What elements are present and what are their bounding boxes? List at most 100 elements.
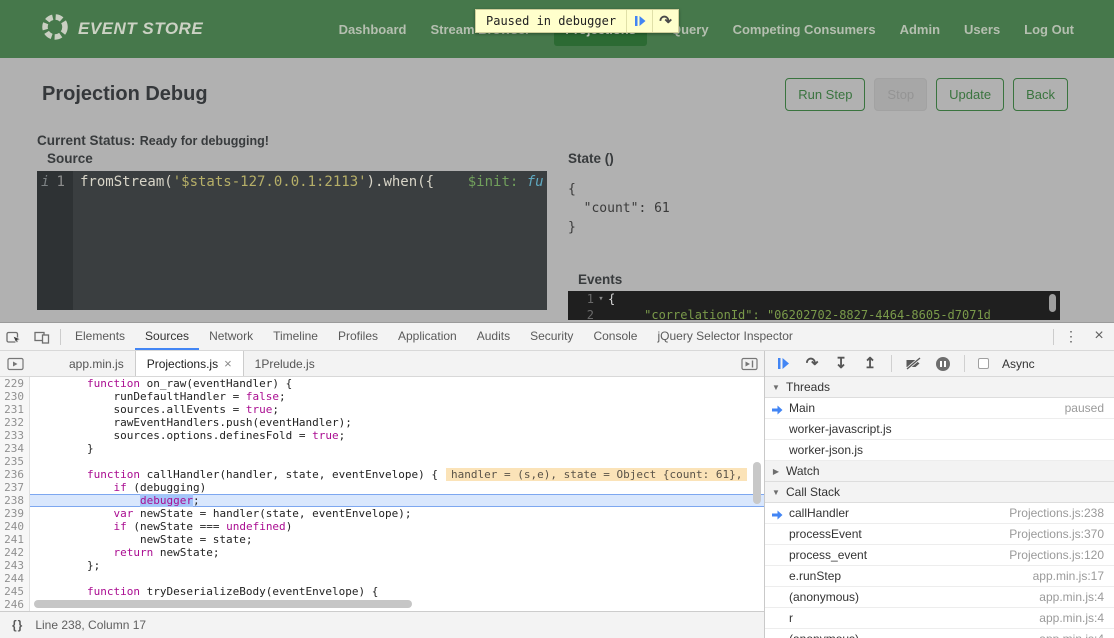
- watch-section-header[interactable]: ▶ Watch: [765, 461, 1114, 482]
- events-scrollbar-thumb[interactable]: [1049, 294, 1056, 312]
- stack-frame-process-event[interactable]: process_eventProjections.js:120: [765, 545, 1114, 566]
- nav-item-log-out[interactable]: Log Out: [1024, 22, 1074, 37]
- file-tab-projections-js[interactable]: Projections.js×: [135, 351, 244, 376]
- info-icon: i: [41, 174, 49, 307]
- devtools-menu-icon[interactable]: ⋮: [1058, 323, 1084, 350]
- banner-resume-button[interactable]: [626, 10, 652, 32]
- update-button[interactable]: Update: [936, 78, 1004, 111]
- line-number-gutter[interactable]: 232: [0, 416, 30, 429]
- pause-on-exceptions-button[interactable]: [935, 357, 951, 371]
- banner-step-over-button[interactable]: ↷: [652, 10, 678, 32]
- devtools-tab-elements[interactable]: Elements: [65, 323, 135, 350]
- fold-arrow-icon[interactable]: ▾: [594, 291, 608, 307]
- line-number-gutter[interactable]: 235: [0, 455, 30, 468]
- deactivate-breakpoints-icon: [905, 357, 922, 370]
- line-number-gutter[interactable]: 229: [0, 377, 30, 390]
- thread-worker-javascript-js[interactable]: worker-javascript.js: [765, 419, 1114, 440]
- stack-frame-anonymous[interactable]: (anonymous)app.min.js:4: [765, 587, 1114, 608]
- vertical-scrollbar-thumb[interactable]: [753, 462, 761, 504]
- code-text[interactable]: if (debugging): [30, 481, 764, 494]
- devtools-tab-application[interactable]: Application: [388, 323, 467, 350]
- line-number-gutter[interactable]: 233: [0, 429, 30, 442]
- devtools-tab-sources[interactable]: Sources: [135, 323, 199, 350]
- line-number-gutter[interactable]: 240: [0, 520, 30, 533]
- events-code-text[interactable]: "correlationId": "06202702-8827-4464-860…: [608, 307, 991, 320]
- show-navigator-icon[interactable]: [0, 351, 30, 376]
- devtools-tab-timeline[interactable]: Timeline: [263, 323, 328, 350]
- line-number-gutter[interactable]: 231: [0, 403, 30, 416]
- devtools-tab-security[interactable]: Security: [520, 323, 583, 350]
- stack-frame-processevent[interactable]: processEventProjections.js:370: [765, 524, 1114, 545]
- file-tab-1prelude-js[interactable]: 1Prelude.js: [244, 351, 326, 376]
- code-text[interactable]: sources.allEvents = true;: [30, 403, 764, 416]
- events-code-text[interactable]: {: [608, 291, 615, 307]
- file-tab-app-min-js[interactable]: app.min.js: [58, 351, 135, 376]
- thread-main[interactable]: Mainpaused: [765, 398, 1114, 419]
- device-toolbar-icon[interactable]: [28, 323, 56, 350]
- code-text[interactable]: if (newState === undefined): [30, 520, 764, 533]
- code-text[interactable]: rawEventHandlers.push(eventHandler);: [30, 416, 764, 429]
- code-text[interactable]: runDefaultHandler = false;: [30, 390, 764, 403]
- code-text[interactable]: };: [30, 559, 764, 572]
- devtools-tab-console[interactable]: Console: [583, 323, 647, 350]
- line-number-gutter[interactable]: 246: [0, 598, 30, 611]
- code-text[interactable]: function tryDeserializeBody(eventEnvelop…: [30, 585, 764, 598]
- nav-item-dashboard[interactable]: Dashboard: [339, 22, 407, 37]
- run-step-button[interactable]: Run Step: [785, 78, 865, 111]
- line-number-gutter[interactable]: 241: [0, 533, 30, 546]
- line-number-gutter[interactable]: 230: [0, 390, 30, 403]
- events-editor[interactable]: 1▾{2 "correlationId": "06202702-8827-446…: [568, 291, 1060, 320]
- threads-section-header[interactable]: ▼ Threads: [765, 377, 1114, 398]
- code-text[interactable]: function on_raw(eventHandler) {: [30, 377, 764, 390]
- show-debugger-sidebar-icon[interactable]: [734, 351, 764, 376]
- pretty-print-icon[interactable]: {}: [12, 618, 23, 632]
- stack-frame-anonymous[interactable]: (anonymous)app.min.js:4: [765, 629, 1114, 638]
- code-text[interactable]: [30, 572, 764, 585]
- step-out-button[interactable]: ↥: [862, 356, 878, 371]
- code-text[interactable]: sources.options.definesFold = true;: [30, 429, 764, 442]
- code-line-236: 236 function callHandler(handler, state,…: [0, 468, 764, 481]
- stack-frame-callhandler[interactable]: callHandlerProjections.js:238: [765, 503, 1114, 524]
- line-number-gutter[interactable]: 245: [0, 585, 30, 598]
- nav-item-users[interactable]: Users: [964, 22, 1000, 37]
- code-text[interactable]: return newState;: [30, 546, 764, 559]
- async-checkbox[interactable]: [978, 358, 989, 369]
- step-into-button[interactable]: ↧: [833, 356, 849, 371]
- stack-frame-e-runstep[interactable]: e.runStepapp.min.js:17: [765, 566, 1114, 587]
- horizontal-scrollbar-thumb[interactable]: [34, 600, 412, 608]
- code-text[interactable]: [30, 455, 764, 468]
- stack-frame-r[interactable]: rapp.min.js:4: [765, 608, 1114, 629]
- thread-worker-json-js[interactable]: worker-json.js: [765, 440, 1114, 461]
- code-text[interactable]: [30, 598, 764, 611]
- code-text[interactable]: var newState = handler(state, eventEnvel…: [30, 507, 764, 520]
- call-stack-section-header[interactable]: ▼ Call Stack: [765, 482, 1114, 503]
- step-over-button[interactable]: ↷: [804, 356, 820, 371]
- deactivate-breakpoints-button[interactable]: [905, 357, 922, 370]
- line-number-gutter[interactable]: 237: [0, 481, 30, 494]
- devtools-tab-audits[interactable]: Audits: [467, 323, 520, 350]
- source-code-line[interactable]: fromStream('$stats-127.0.0.1:2113').when…: [73, 171, 544, 310]
- line-number-gutter[interactable]: 244: [0, 572, 30, 585]
- code-text[interactable]: }: [30, 442, 764, 455]
- line-number-gutter[interactable]: 239: [0, 507, 30, 520]
- line-number-gutter[interactable]: 243: [0, 559, 30, 572]
- line-number-gutter[interactable]: 236: [0, 468, 30, 481]
- line-number-gutter[interactable]: 242: [0, 546, 30, 559]
- line-number-gutter[interactable]: 234: [0, 442, 30, 455]
- devtools-tab-profiles[interactable]: Profiles: [328, 323, 388, 350]
- code-text[interactable]: function callHandler(handler, state, eve…: [30, 468, 764, 481]
- nav-item-admin[interactable]: Admin: [900, 22, 940, 37]
- back-button[interactable]: Back: [1013, 78, 1068, 111]
- devtools-tab-network[interactable]: Network: [199, 323, 263, 350]
- inspect-element-icon[interactable]: [0, 323, 28, 350]
- brand[interactable]: EVENT STORE: [40, 12, 203, 47]
- devtools-tab-jquery-selector-inspector[interactable]: jQuery Selector Inspector: [647, 323, 802, 350]
- code-text[interactable]: debugger;: [30, 494, 764, 507]
- devtools-close-icon[interactable]: ×: [1084, 323, 1114, 350]
- code-text[interactable]: newState = state;: [30, 533, 764, 546]
- nav-item-competing-consumers[interactable]: Competing Consumers: [733, 22, 876, 37]
- source-editor[interactable]: i 1 fromStream('$stats-127.0.0.1:2113').…: [37, 171, 547, 310]
- resume-button[interactable]: [775, 357, 791, 370]
- line-number-gutter[interactable]: 238: [0, 494, 30, 507]
- close-tab-icon[interactable]: ×: [224, 352, 232, 376]
